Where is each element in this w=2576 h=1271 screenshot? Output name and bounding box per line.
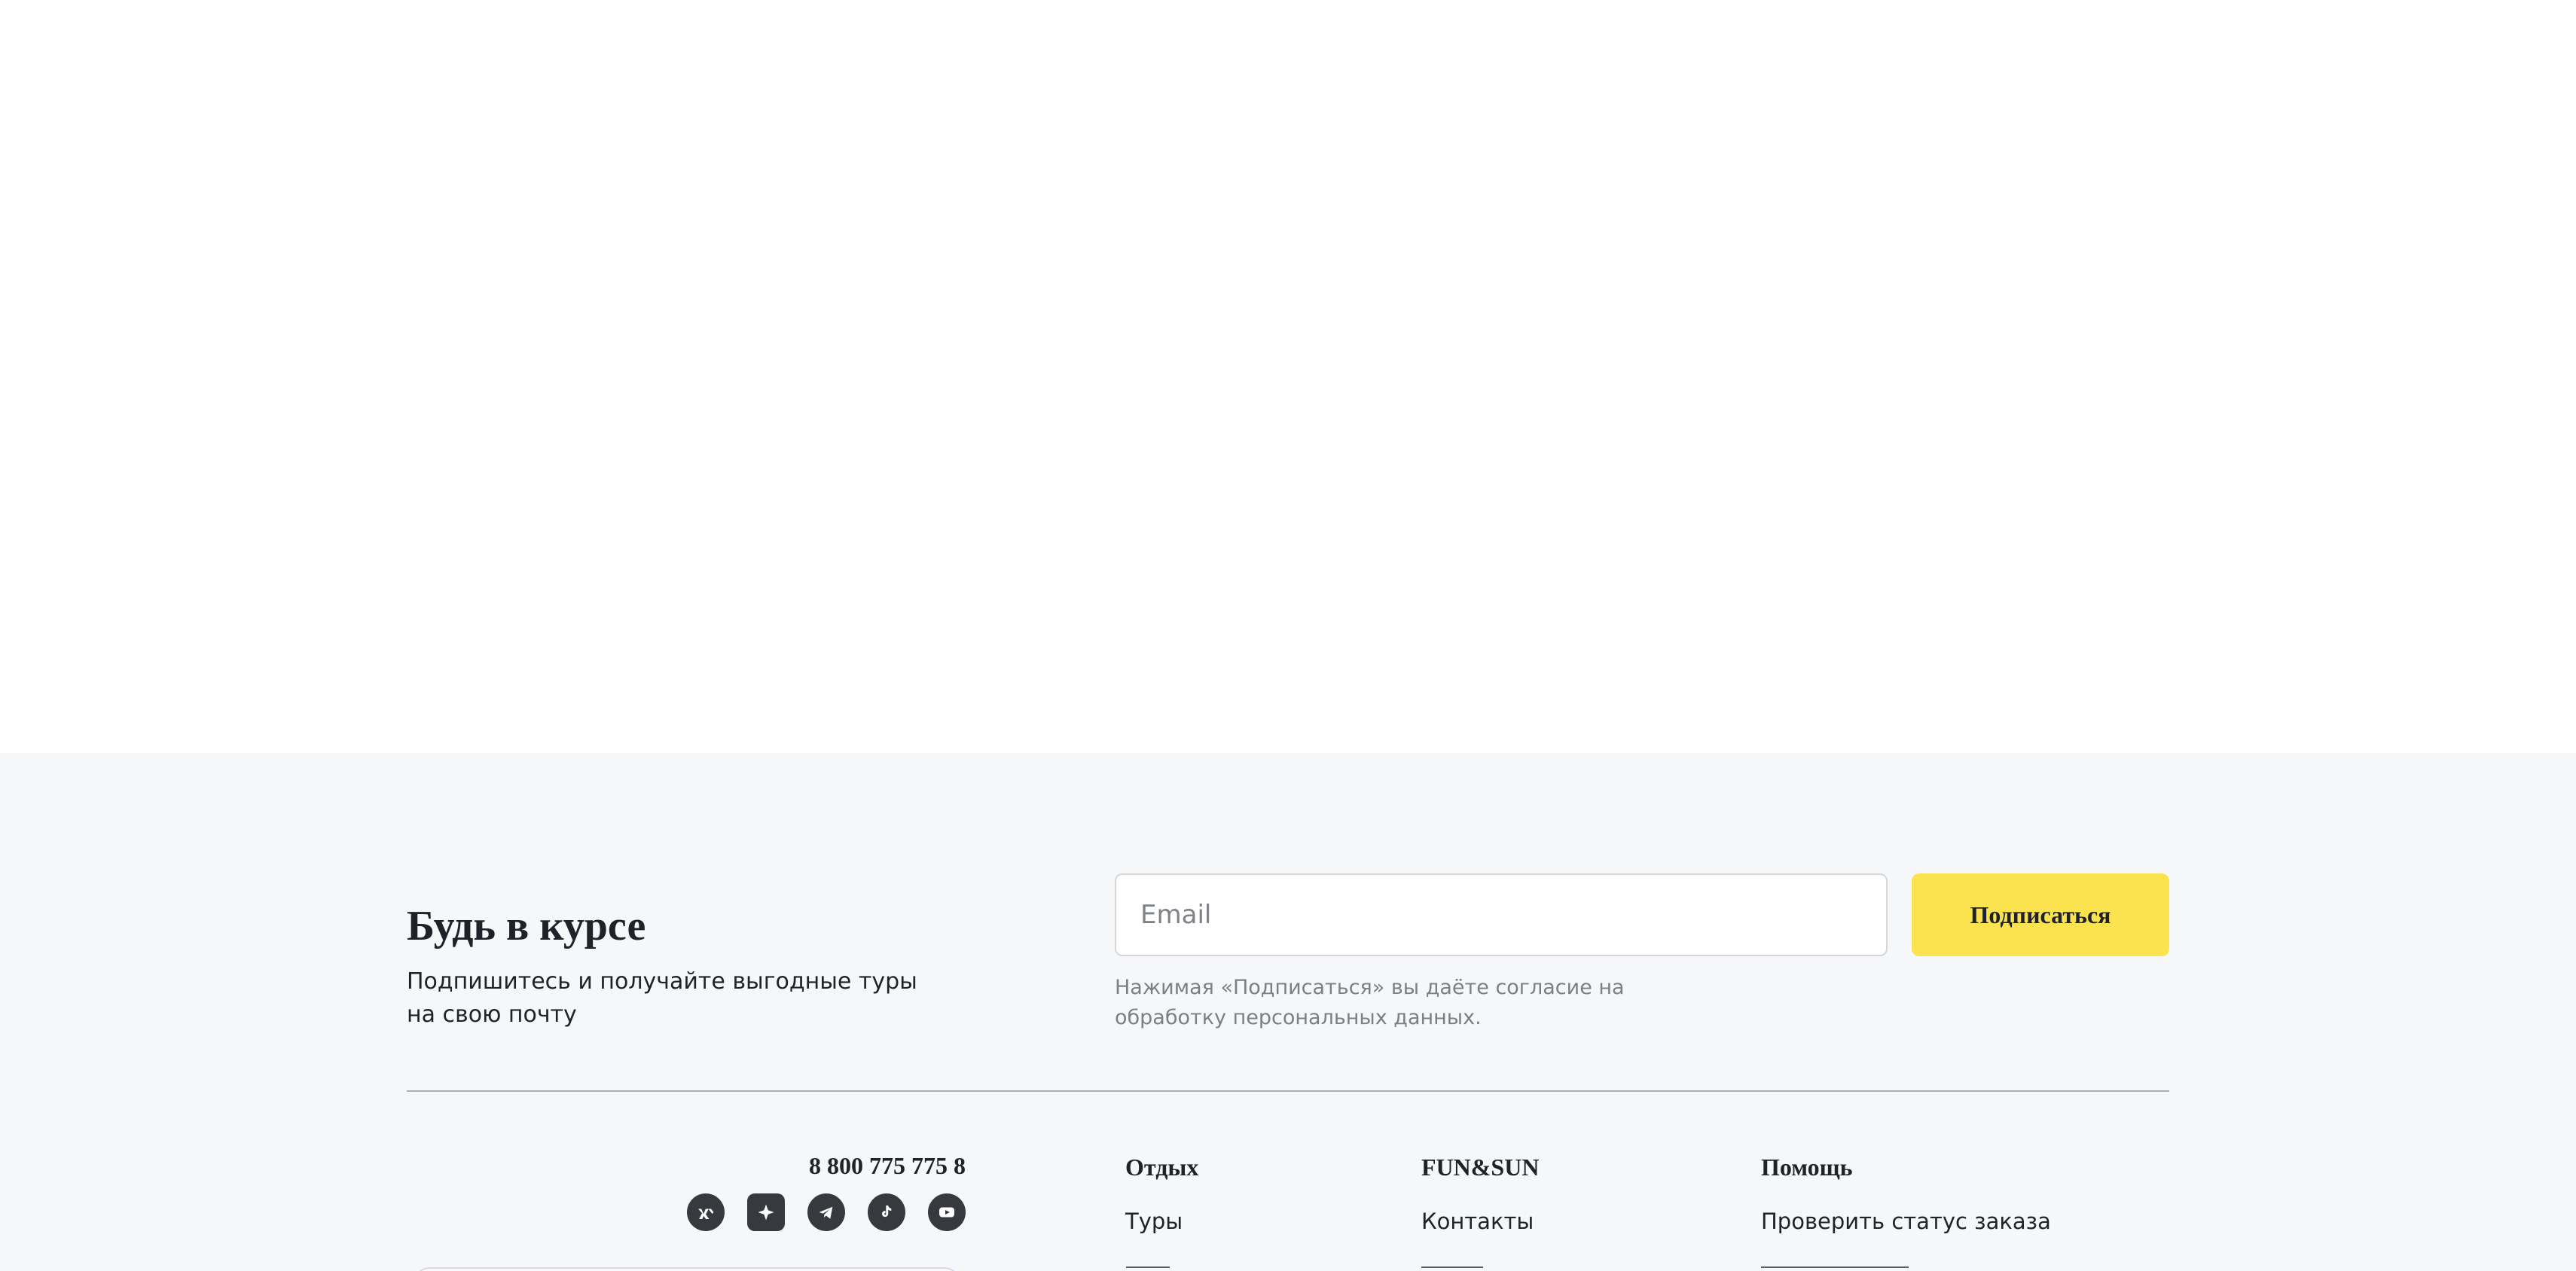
- sparkle-icon[interactable]: [747, 1193, 785, 1231]
- nav-link-contacts[interactable]: Контакты: [1421, 1206, 1539, 1236]
- footer-divider: [407, 1090, 2169, 1092]
- page-footer: Будь в курсе Подпишитесь и получайте выг…: [0, 753, 2576, 1271]
- telegram-icon[interactable]: [807, 1193, 845, 1231]
- subscribe-subtitle: Подпишитесь и получайте выгодные туры на…: [407, 968, 917, 1028]
- nav-heading-rest: Отдых: [1125, 1154, 1199, 1181]
- youtube-icon[interactable]: [928, 1193, 966, 1231]
- subscribe-title: Будь в курсе: [407, 903, 646, 949]
- contacts-block: 8 800 775 775 8: [407, 1148, 966, 1271]
- consent-text: Нажимая «Подписаться» вы даёте согласие …: [1115, 976, 1625, 1029]
- phone-number[interactable]: 8 800 775 775 8: [809, 1148, 966, 1183]
- vk-icon[interactable]: [687, 1193, 725, 1231]
- nav-link-tours[interactable]: Туры: [1125, 1206, 1198, 1236]
- clipped-link-line: [1421, 1266, 1483, 1268]
- nav-heading-brand: FUN&SUN: [1421, 1154, 1540, 1181]
- nav-link-order-status[interactable]: Проверить статус заказа: [1761, 1206, 2051, 1236]
- tiktok-icon[interactable]: [868, 1193, 905, 1231]
- clipped-link-line: [1126, 1266, 1170, 1268]
- blank-content-area: [0, 0, 2576, 753]
- footer-nav-brand: FUN&SUN Контакты: [1421, 1151, 1539, 1236]
- subscribe-button[interactable]: Подписаться: [1912, 873, 2169, 956]
- clipped-link-line: [1761, 1266, 1909, 1268]
- email-input[interactable]: [1115, 873, 1888, 956]
- nav-heading-help: Помощь: [1761, 1154, 1853, 1181]
- footer-nav-rest: Отдых Туры: [1125, 1151, 1198, 1236]
- partial-footer-card: [414, 1267, 960, 1271]
- social-links: [687, 1193, 966, 1231]
- footer-nav-help: Помощь Проверить статус заказа: [1761, 1151, 2051, 1236]
